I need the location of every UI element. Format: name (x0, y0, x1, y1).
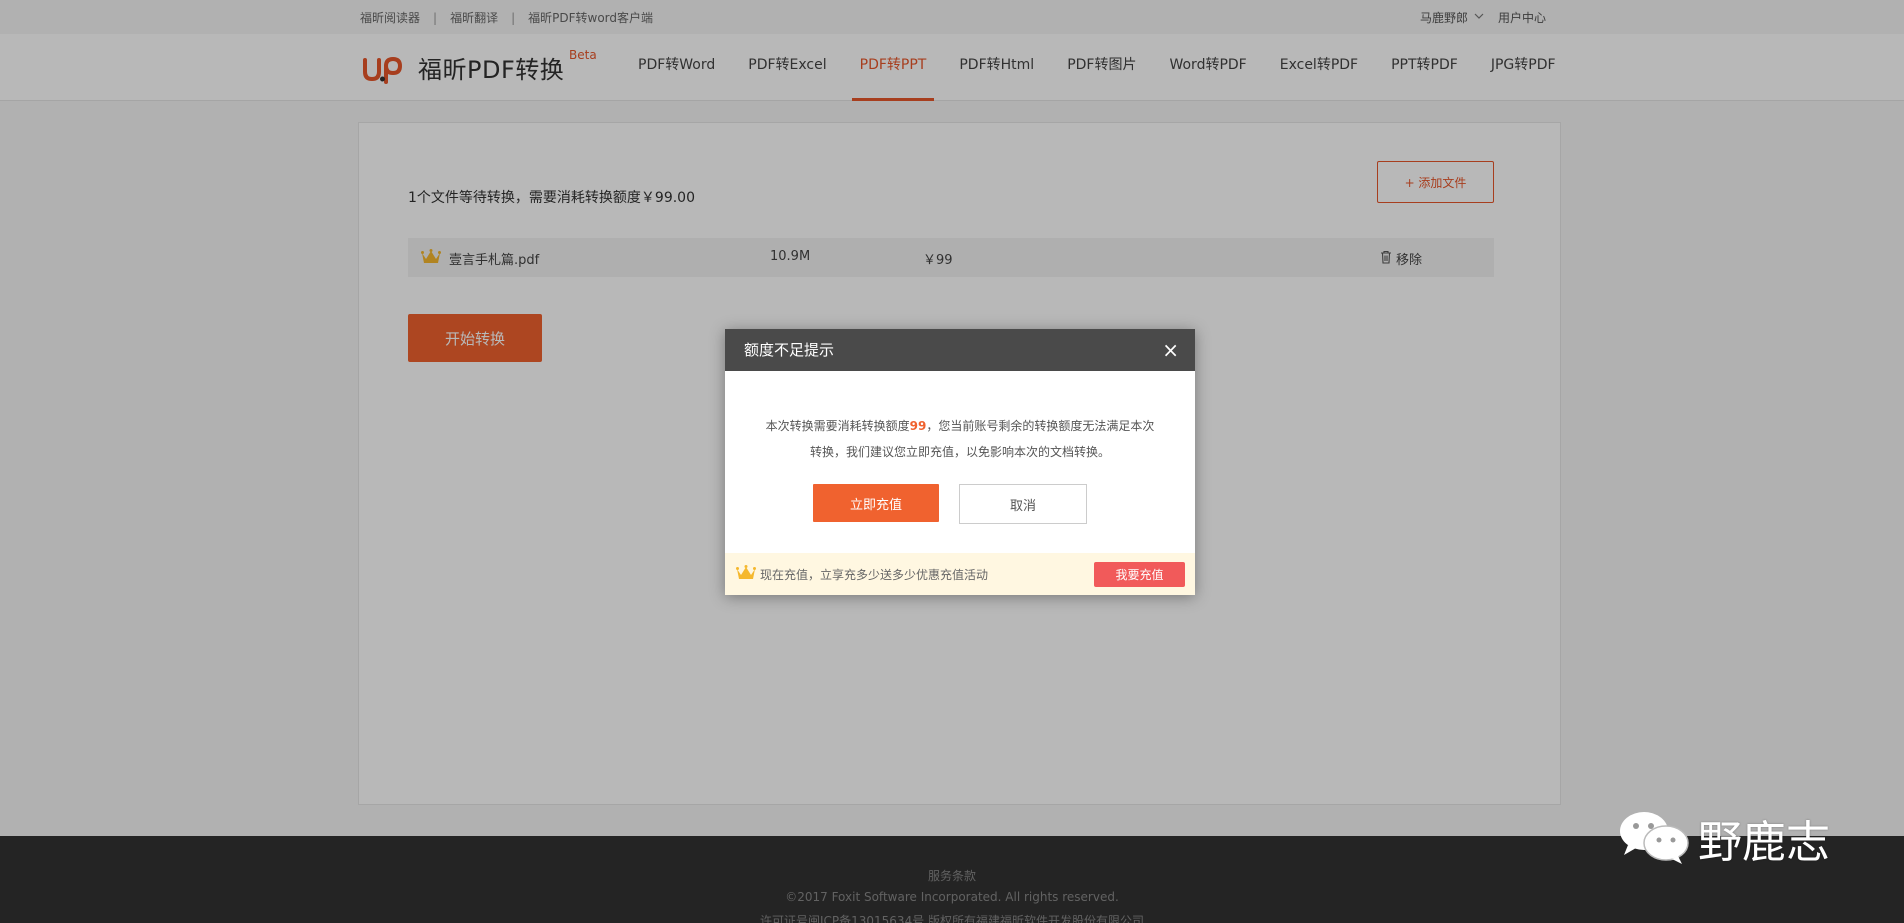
close-icon[interactable]: × (1162, 329, 1179, 371)
recharge-now-button[interactable]: 立即充值 (813, 484, 939, 522)
promo-recharge-button[interactable]: 我要充值 (1094, 562, 1185, 587)
message-part-1: 本次转换需要消耗转换额度 (765, 419, 910, 433)
dialog-title: 额度不足提示 (744, 341, 835, 359)
promo-bar: 现在充值，立享充多少送多少优惠充值活动 我要充值 (725, 553, 1195, 595)
wechat-icon (1616, 807, 1692, 869)
promo-text: 现在充值，立享充多少送多少优惠充值活动 (760, 568, 989, 582)
crown-icon (736, 565, 756, 584)
dialog-message: 本次转换需要消耗转换额度99，您当前账号剩余的转换额度无法满足本次转换，我们建议… (765, 413, 1155, 465)
watermark: 野鹿志 (1616, 806, 1830, 870)
cancel-button[interactable]: 取消 (959, 484, 1087, 524)
message-amount: 99 (909, 419, 927, 433)
insufficient-quota-dialog: 额度不足提示 × 本次转换需要消耗转换额度99，您当前账号剩余的转换额度无法满足… (725, 329, 1195, 595)
watermark-text: 野鹿志 (1698, 817, 1830, 868)
dialog-header: 额度不足提示 × (725, 329, 1195, 371)
